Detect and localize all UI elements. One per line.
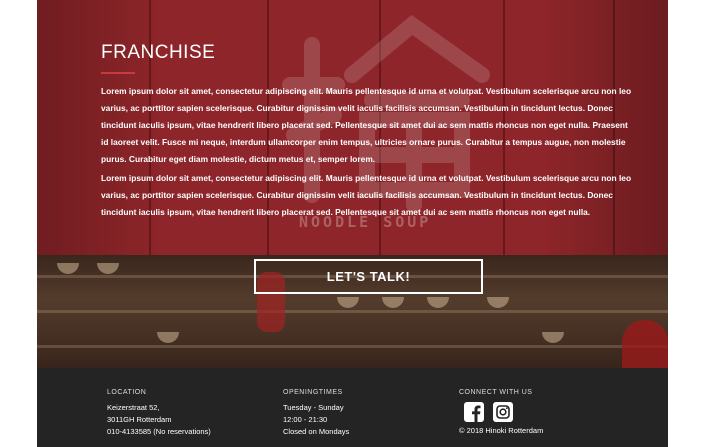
location-heading: LOCATION	[107, 389, 147, 396]
section-title: FRANCHISE	[101, 42, 216, 63]
hours-closed: Closed on Mondays	[283, 427, 350, 436]
footer-location: LOCATION Keizerstraat 52, 3011GH Rotterd…	[107, 387, 211, 438]
title-underline	[101, 72, 135, 74]
hours-days: Tuesday - Sunday	[283, 403, 344, 412]
social-links	[464, 402, 543, 422]
hours-time: 12:00 - 21:30	[283, 415, 328, 424]
footer-hours: OPENINGTIMES Tuesday - Sunday 12:00 - 21…	[283, 387, 349, 438]
postal-line: 3011GH Rotterdam	[107, 415, 172, 424]
hero-section: NOODLE SOUP FRANCHISE Lorem ipsum dolor …	[37, 0, 668, 368]
footer-connect: CONNECT WITH US © 2018 Hinoki Rotterdam	[459, 387, 543, 437]
connect-heading: CONNECT WITH US	[459, 389, 533, 396]
paragraph-2: Lorem ipsum dolor sit amet, consectetur …	[101, 173, 632, 217]
instagram-icon[interactable]	[493, 402, 513, 422]
page: NOODLE SOUP FRANCHISE Lorem ipsum dolor …	[37, 0, 668, 447]
address-line: Keizerstraat 52,	[107, 403, 160, 412]
lets-talk-button[interactable]: LET'S TALK!	[254, 259, 483, 294]
phone-line[interactable]: 010-4133585 (No reservations)	[107, 426, 211, 438]
copyright: © 2018 Hinoki Rotterdam	[459, 426, 544, 435]
franchise-content: FRANCHISE Lorem ipsum dolor sit amet, co…	[101, 42, 637, 223]
hours-heading: OPENINGTIMES	[283, 389, 343, 396]
footer: LOCATION Keizerstraat 52, 3011GH Rotterd…	[37, 368, 668, 447]
facebook-icon[interactable]	[464, 402, 484, 422]
paragraph-1: Lorem ipsum dolor sit amet, consectetur …	[101, 86, 632, 164]
